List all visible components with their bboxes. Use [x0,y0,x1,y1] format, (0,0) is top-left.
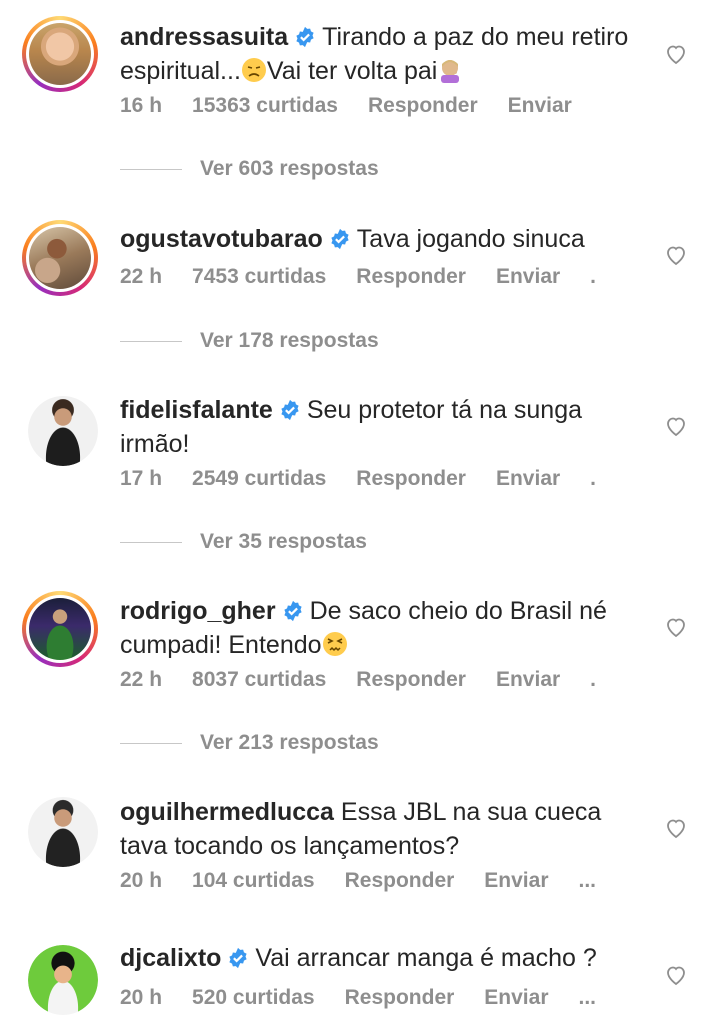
comment-username[interactable]: ogustavotubarao [120,225,323,253]
reply-button[interactable]: Responder [345,986,455,1009]
comment-text-continued: Vai ter volta pai [266,57,438,85]
like-heart-icon[interactable] [664,42,688,66]
like-heart-icon[interactable] [664,816,688,840]
send-button[interactable]: Enviar [508,94,572,117]
likes-count-link[interactable]: 520 curtidas [192,986,315,1009]
avatar[interactable] [28,396,98,466]
comment-time: 22 h [120,668,163,691]
replies-divider [120,742,182,744]
send-button[interactable]: Enviar [496,668,560,691]
like-heart-icon[interactable] [664,243,688,267]
comment-username[interactable]: andressasuita [120,23,288,51]
verified-badge-icon [229,947,248,969]
avatar-photo [29,227,91,289]
reply-button[interactable]: Responder [368,94,478,117]
comment-username[interactable]: djcalixto [120,944,221,972]
comment-username[interactable]: oguilhermedlucca [120,798,334,826]
reply-button[interactable]: Responder [345,869,455,892]
verified-badge-icon [283,600,302,622]
avatar[interactable] [22,16,98,92]
verified-badge-icon [331,228,349,250]
avatar[interactable] [22,591,98,667]
avatar[interactable] [28,797,98,867]
replies-divider [120,541,182,543]
like-heart-icon[interactable] [664,615,688,639]
tired-face-emoji-icon [241,58,266,82]
avatar-photo [28,396,98,466]
likes-count-link[interactable]: 7453 curtidas [192,265,326,288]
view-replies-button[interactable]: Ver 35 respostas [120,530,367,554]
comment-time: 22 h [120,265,163,288]
comment-time: 17 h [120,467,163,490]
more-options-button[interactable]: ... [579,986,597,1009]
replies-divider [120,168,182,170]
send-button[interactable]: Enviar [484,986,548,1009]
more-options-button[interactable]: ... [579,869,597,892]
avatar-photo [29,598,91,660]
comment-text: Tava jogando sinuca [356,225,585,253]
comment-username[interactable]: rodrigo_gher [120,597,276,625]
replies-divider [120,340,182,342]
likes-count-link[interactable]: 2549 curtidas [192,467,326,490]
likes-count-link[interactable]: 15363 curtidas [192,94,338,117]
likes-count-link[interactable]: 104 curtidas [192,869,315,892]
comment-text: Vai arrancar manga é macho ? [255,944,597,972]
like-heart-icon[interactable] [664,963,688,987]
more-options-button[interactable]: . [590,668,596,691]
avatar[interactable] [28,945,98,1015]
comment-time: 20 h [120,869,163,892]
reply-button[interactable]: Responder [356,265,466,288]
send-button[interactable]: Enviar [496,467,560,490]
comment-time: 20 h [120,986,163,1009]
reply-button[interactable]: Responder [356,467,466,490]
send-button[interactable]: Enviar [484,869,548,892]
view-replies-button[interactable]: Ver 603 respostas [120,157,379,181]
view-replies-button[interactable]: Ver 178 respostas [120,329,379,353]
avatar-photo [28,945,98,1015]
like-heart-icon[interactable] [664,414,688,438]
send-button[interactable]: Enviar [496,265,560,288]
person-facepalming-emoji-icon [441,60,460,83]
more-options-button[interactable]: . [590,467,596,490]
verified-badge-icon [296,26,314,48]
comment-username[interactable]: fidelisfalante [120,396,273,424]
more-options-button[interactable]: . [590,265,596,288]
avatar[interactable] [22,220,98,296]
reply-button[interactable]: Responder [356,668,466,691]
view-replies-button[interactable]: Ver 213 respostas [120,731,379,755]
likes-count-link[interactable]: 8037 curtidas [192,668,326,691]
comment-time: 16 h [120,94,163,117]
avatar-photo [28,797,98,867]
verified-badge-icon [281,399,299,421]
confounded-face-emoji-icon [322,632,347,656]
avatar-photo [29,23,91,85]
